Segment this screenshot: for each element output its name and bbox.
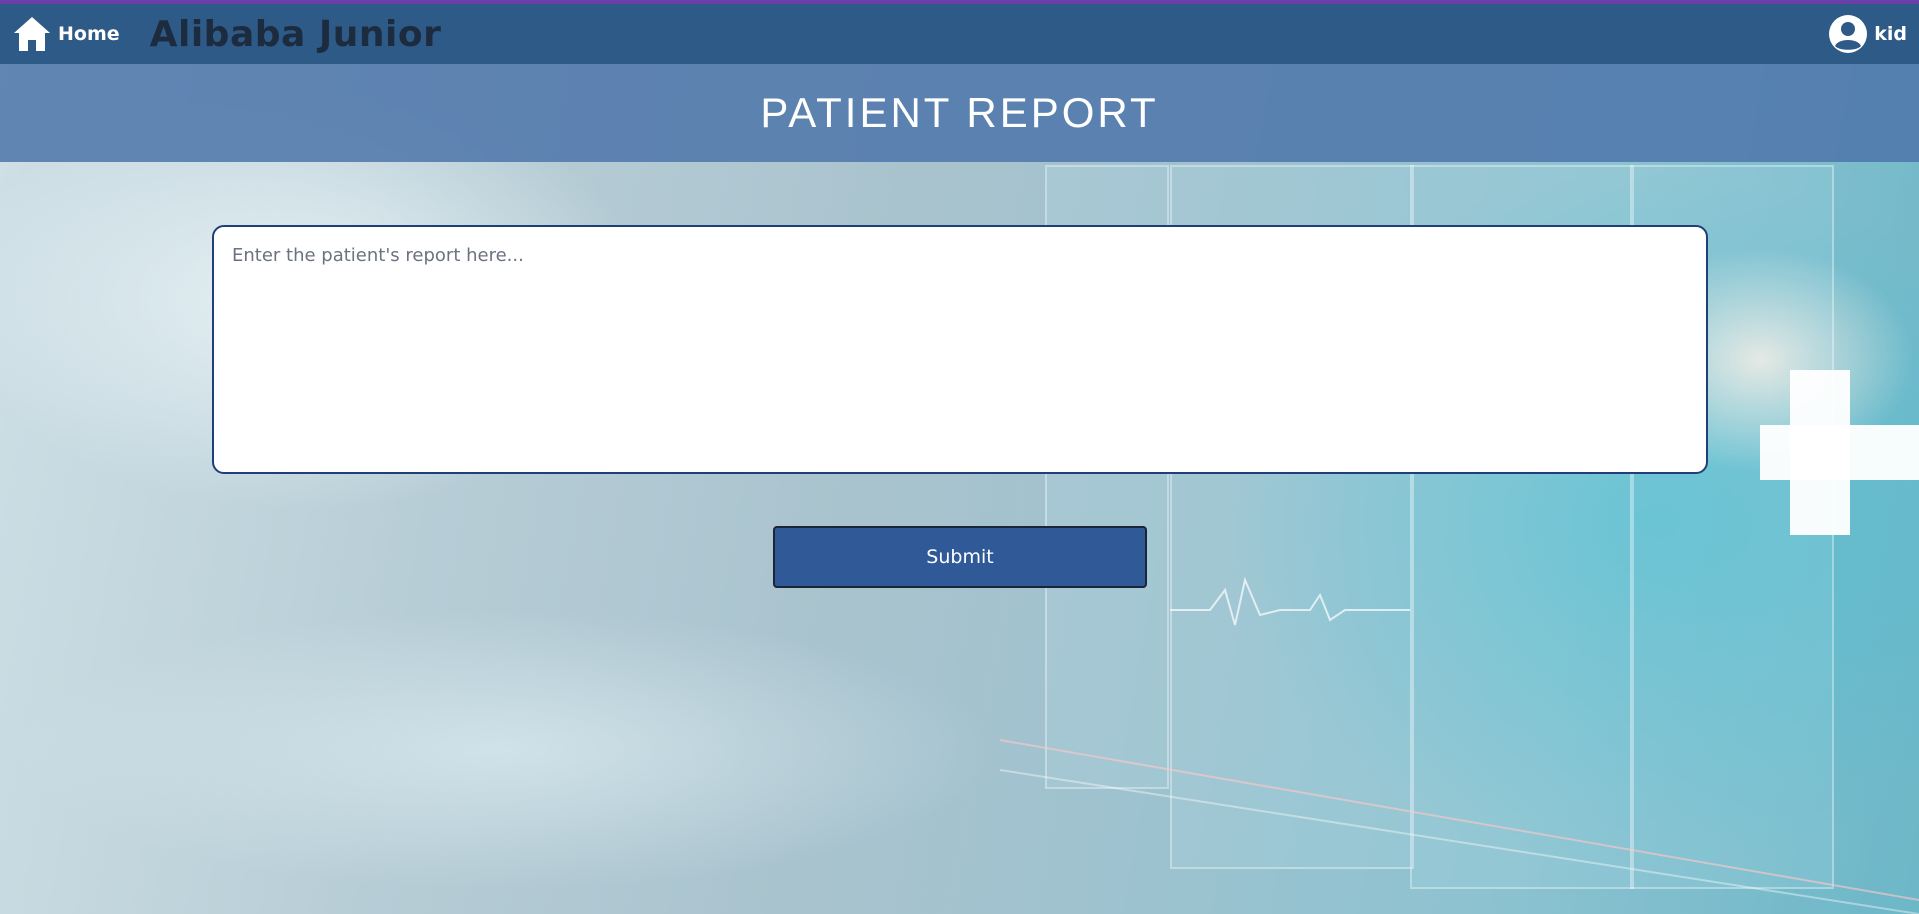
navbar: Home Alibaba Junior kid [0,4,1919,64]
page-header-banner: PATIENT REPORT [0,64,1919,162]
home-link[interactable]: Home [12,15,120,53]
home-icon [12,15,52,53]
medical-cross-decoration [1760,425,1919,480]
page-title: PATIENT REPORT [760,89,1159,136]
diagonal-light-decoration [1000,739,1919,914]
page: Home Alibaba Junior kid PATIENT REPORT S… [0,0,1919,914]
patient-report-input[interactable] [212,225,1708,474]
submit-button[interactable]: Submit [773,526,1147,588]
home-label: Home [58,23,120,45]
user-circle-icon [1828,14,1868,54]
user-name: kid [1874,23,1907,45]
user-menu[interactable]: kid [1828,14,1907,54]
ecg-line-decoration [1170,576,1410,626]
brand-title: Alibaba Junior [149,13,442,55]
